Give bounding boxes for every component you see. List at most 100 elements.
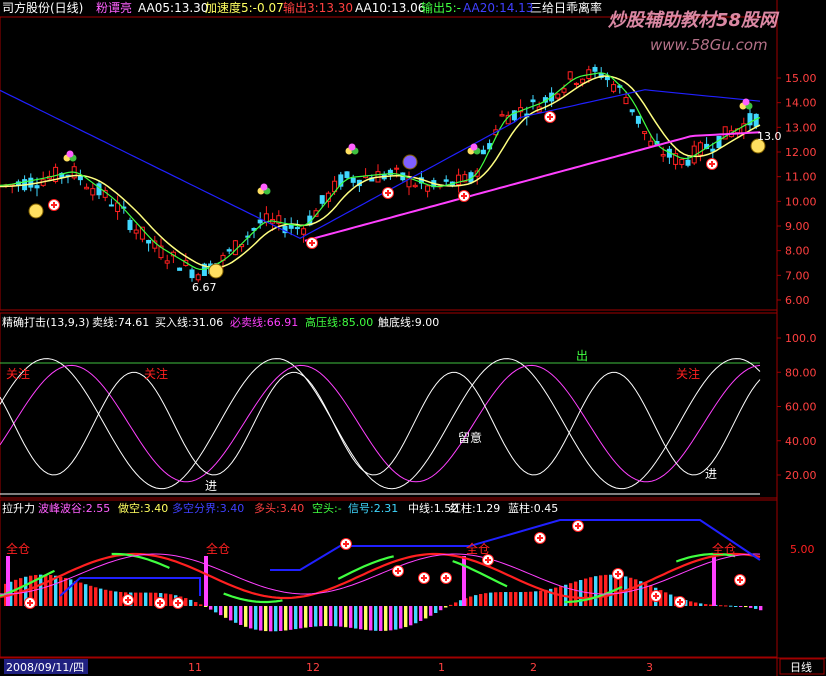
enter-label-2: 进 bbox=[705, 467, 717, 481]
lift-bar-down bbox=[434, 606, 438, 613]
focus-label-2: 关注 bbox=[144, 366, 168, 381]
must-sell-value: 必卖线:66.91 bbox=[230, 315, 298, 329]
xtick-mar: 3 bbox=[646, 661, 653, 674]
flower-icon-petal bbox=[742, 98, 750, 106]
full-position-2: 全仓 bbox=[206, 541, 230, 556]
indicator-y-ticks: 100.0 80.00 60.00 40.00 20.00 bbox=[777, 332, 817, 482]
watermark-url: www.58Gu.com bbox=[650, 36, 768, 54]
ma-green-line bbox=[0, 72, 761, 271]
lift-bar-down bbox=[334, 606, 338, 627]
lift-bar-up bbox=[554, 587, 558, 606]
full-position-bar bbox=[462, 556, 466, 606]
long-value: 多头:3.40 bbox=[254, 501, 304, 515]
lift-bar-up bbox=[604, 574, 608, 606]
candle-down bbox=[177, 267, 183, 271]
lift-y-tick: 5.00 bbox=[790, 543, 815, 556]
lift-bar-up bbox=[689, 601, 693, 606]
price-tick-label: 6.00 bbox=[785, 294, 810, 307]
indicator-tick-label: 20.00 bbox=[785, 469, 817, 482]
lift-bar-down bbox=[744, 606, 748, 608]
indicator-tick-label: 100.0 bbox=[785, 332, 817, 345]
lift-bar-down bbox=[389, 606, 393, 631]
output5-value: 输出5:- bbox=[421, 0, 461, 15]
candle-up bbox=[133, 229, 139, 234]
enter-label-1: 进 bbox=[205, 479, 217, 493]
xtick-nov: 11 bbox=[188, 661, 202, 674]
indicator-lines bbox=[0, 358, 761, 495]
lift-bar-down bbox=[749, 606, 753, 608]
candle-down bbox=[257, 219, 263, 224]
flower-icon-petal bbox=[348, 143, 356, 151]
lift-bar-down bbox=[269, 606, 273, 632]
lift-bar-up bbox=[54, 575, 58, 606]
lift-bar-down bbox=[349, 606, 353, 628]
lift-bar-down bbox=[439, 606, 443, 611]
lift-bar-up bbox=[104, 589, 108, 606]
lift-bar-down bbox=[359, 606, 363, 630]
price-tick-label: 9.00 bbox=[785, 220, 810, 233]
lift-bar-down bbox=[279, 606, 283, 631]
candle-down bbox=[443, 179, 449, 182]
price-tick-label: 12.00 bbox=[785, 146, 817, 159]
lift-bar-up bbox=[704, 604, 708, 606]
candle-down bbox=[685, 159, 691, 166]
lift-bar-down bbox=[329, 606, 333, 627]
candle-down bbox=[108, 204, 114, 207]
candle-up bbox=[648, 140, 654, 147]
candle-down bbox=[294, 227, 300, 230]
price-tick-label: 15.00 bbox=[785, 72, 817, 85]
candle-up bbox=[642, 131, 648, 134]
chart-surface[interactable]: 15.0014.0013.0012.0011.0010.009.008.007.… bbox=[0, 0, 826, 676]
candle-up bbox=[573, 82, 579, 85]
lift-bar-down bbox=[409, 606, 413, 626]
period-tab-label: 日线 bbox=[790, 660, 812, 674]
price-tick-label: 11.00 bbox=[785, 171, 817, 184]
full-position-4: 全仓 bbox=[712, 541, 736, 556]
deviation-label: 三给日乖离率 bbox=[530, 0, 602, 15]
lift-bar-down bbox=[399, 606, 403, 629]
buy-line bbox=[0, 371, 761, 476]
lift-bar-down bbox=[299, 606, 303, 629]
lift-bar-up bbox=[484, 593, 488, 606]
candle-down bbox=[480, 149, 486, 155]
xtick-jan: 1 bbox=[438, 661, 445, 674]
lift-bar-down bbox=[209, 606, 213, 610]
lift-bar-down bbox=[324, 606, 328, 627]
flower-icon-petal bbox=[66, 150, 74, 158]
lift-bar-down bbox=[204, 606, 208, 607]
lift-bar-down bbox=[364, 606, 368, 630]
lift-bar-up bbox=[474, 595, 478, 606]
price-tick-label: 13.00 bbox=[785, 121, 817, 134]
candle-down bbox=[344, 171, 350, 178]
lift-bar-up bbox=[529, 591, 533, 606]
xtick-feb: 2 bbox=[530, 661, 537, 674]
lift-bar-down bbox=[244, 606, 248, 627]
lift-bar-down bbox=[374, 606, 378, 631]
indicator-title: 精确打击(13,9,3) bbox=[2, 315, 90, 329]
lift-bar-down bbox=[339, 606, 343, 627]
lift-bar-up bbox=[719, 605, 723, 607]
candle-up bbox=[301, 228, 307, 235]
lift-bar-up bbox=[134, 592, 138, 606]
lift-bar-up bbox=[579, 580, 583, 606]
lift-bar-down bbox=[239, 606, 243, 625]
lift-bar-up bbox=[509, 592, 513, 606]
lift-bar-up bbox=[99, 588, 103, 606]
lift-bar-up bbox=[489, 592, 493, 606]
lift-bar-up bbox=[79, 582, 83, 606]
focus-label-3: 关注 bbox=[676, 366, 700, 381]
ma10-value: AA10:13.06 bbox=[355, 1, 425, 15]
lift-bar-up bbox=[139, 592, 143, 606]
candle-down bbox=[34, 185, 40, 189]
lift-bar-down bbox=[419, 606, 423, 621]
lift-bar-up bbox=[494, 592, 498, 606]
candle-up bbox=[580, 78, 586, 84]
candle-down bbox=[226, 249, 232, 252]
lift-bar-up bbox=[144, 592, 148, 606]
lift-bar-down bbox=[379, 606, 383, 631]
buy-line-value: 买入线:31.06 bbox=[155, 315, 223, 329]
lift-bar-up bbox=[89, 585, 93, 606]
lift-bar-up bbox=[499, 592, 503, 606]
lift-bar-up bbox=[194, 602, 198, 606]
watermark-text: 炒股辅助教材58股网 bbox=[608, 10, 780, 31]
